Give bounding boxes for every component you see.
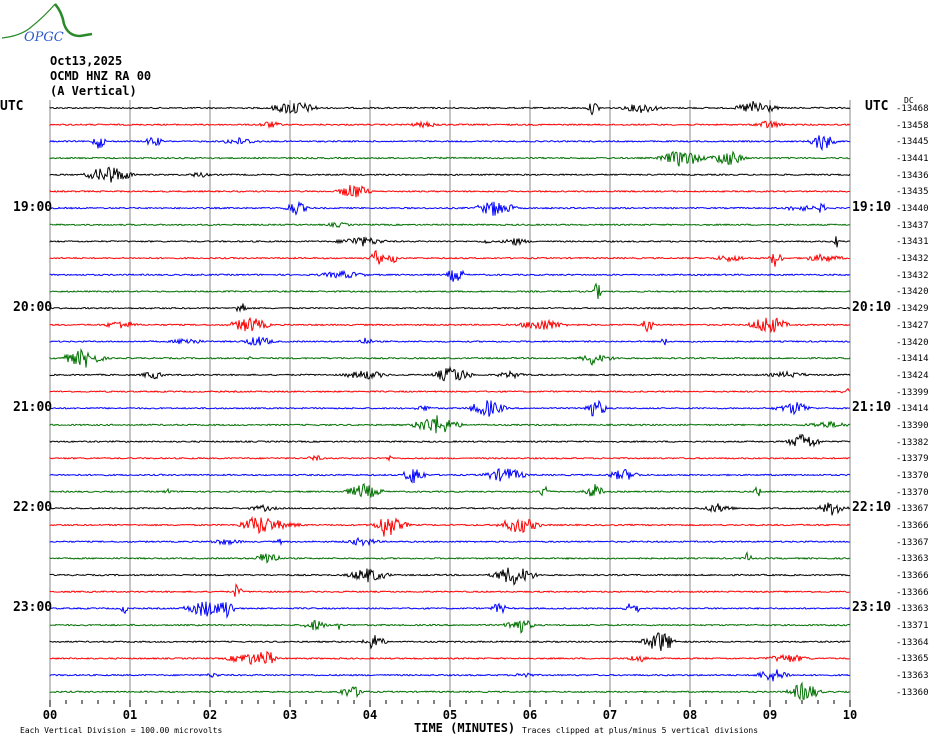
dc-offset-label: -13366 xyxy=(896,521,929,531)
dc-offset-label: -13420 xyxy=(896,337,929,348)
helicorder-plot: 00 01 02 03 04 05 06 07 08 09 10 xyxy=(43,100,857,722)
dc-offset-label: -13360 xyxy=(896,687,929,698)
left-time-label: 23:00 xyxy=(13,600,53,616)
dc-offset-label: -13390 xyxy=(896,420,929,431)
dc-offset-label: -13382 xyxy=(896,437,929,448)
x-tick-label: 09 xyxy=(763,708,777,722)
dc-offset-label: -13367 xyxy=(896,504,929,515)
clip-note: Traces clipped at plus/minus 5 vertical … xyxy=(522,726,759,735)
dc-offset-label: -13429 xyxy=(896,304,929,315)
dc-offset-label: -13371 xyxy=(896,621,929,632)
dc-offset-label: -13468 xyxy=(896,104,929,114)
dc-offset-label: -13399 xyxy=(896,387,929,398)
dc-offset-label: -13427 xyxy=(896,320,929,331)
dc-offset-label: -13379 xyxy=(896,454,929,465)
x-tick-label: 00 xyxy=(43,708,57,722)
dc-offset-label: -13366 xyxy=(896,587,929,598)
dc-offset-label: -13366 xyxy=(896,571,929,582)
dc-offset-label: -13445 xyxy=(896,137,929,148)
right-time-label: 21:10 xyxy=(852,400,892,416)
x-tick-label: 06 xyxy=(523,708,537,722)
dc-offset-label: -13458 xyxy=(896,120,929,131)
x-tick-label: 05 xyxy=(443,708,457,722)
left-time-label: 22:00 xyxy=(13,500,53,516)
dc-offset-label: -13367 xyxy=(896,537,929,548)
x-tick-label: 10 xyxy=(843,708,857,722)
right-time-label: 23:10 xyxy=(852,600,892,616)
dc-offset-label: -13440 xyxy=(896,204,929,215)
dc-offset-label: -13431 xyxy=(896,237,929,248)
x-tick-label: 04 xyxy=(363,708,377,722)
dc-offset-label: -13432 xyxy=(896,270,929,281)
x-tick-label: 01 xyxy=(123,708,137,722)
dc-offset-label: -13364 xyxy=(896,637,929,648)
dc-offset-label: -13432 xyxy=(896,254,929,265)
right-time-label: 22:10 xyxy=(852,500,892,516)
dc-offset-label: -13365 xyxy=(896,654,929,665)
dc-offset-label: -13435 xyxy=(896,187,929,198)
right-time-label: 19:10 xyxy=(852,200,892,216)
dc-offset-label: -13420 xyxy=(896,287,929,298)
dc-offset-label: -13414 xyxy=(896,354,929,365)
dc-offset-label: -13363 xyxy=(896,554,929,565)
dc-offset-label: -13424 xyxy=(896,370,929,381)
x-tick-label: 02 xyxy=(203,708,217,722)
left-time-label: 21:00 xyxy=(13,400,53,416)
left-time-label: 19:00 xyxy=(13,200,53,216)
x-tick-label: 07 xyxy=(603,708,617,722)
right-time-label: 20:10 xyxy=(852,300,892,316)
left-time-label: 20:00 xyxy=(13,300,53,316)
dc-offset-label: -13414 xyxy=(896,404,929,415)
dc-offset-label: -13370 xyxy=(896,470,929,481)
dc-offset-label: -13441 xyxy=(896,154,929,165)
dc-offset-label: -13437 xyxy=(896,220,929,231)
dc-offset-label: -13363 xyxy=(896,604,929,615)
x-tick-label: 08 xyxy=(683,708,697,722)
dc-offset-label: -13370 xyxy=(896,487,929,498)
vertical-division-note: Each Vertical Division = 100.00 microvol… xyxy=(20,726,223,735)
dc-offset-label: -13436 xyxy=(896,170,929,181)
x-tick-label: 03 xyxy=(283,708,297,722)
x-axis-title: TIME (MINUTES) xyxy=(414,721,516,735)
dc-offset-label: -13363 xyxy=(896,671,929,682)
